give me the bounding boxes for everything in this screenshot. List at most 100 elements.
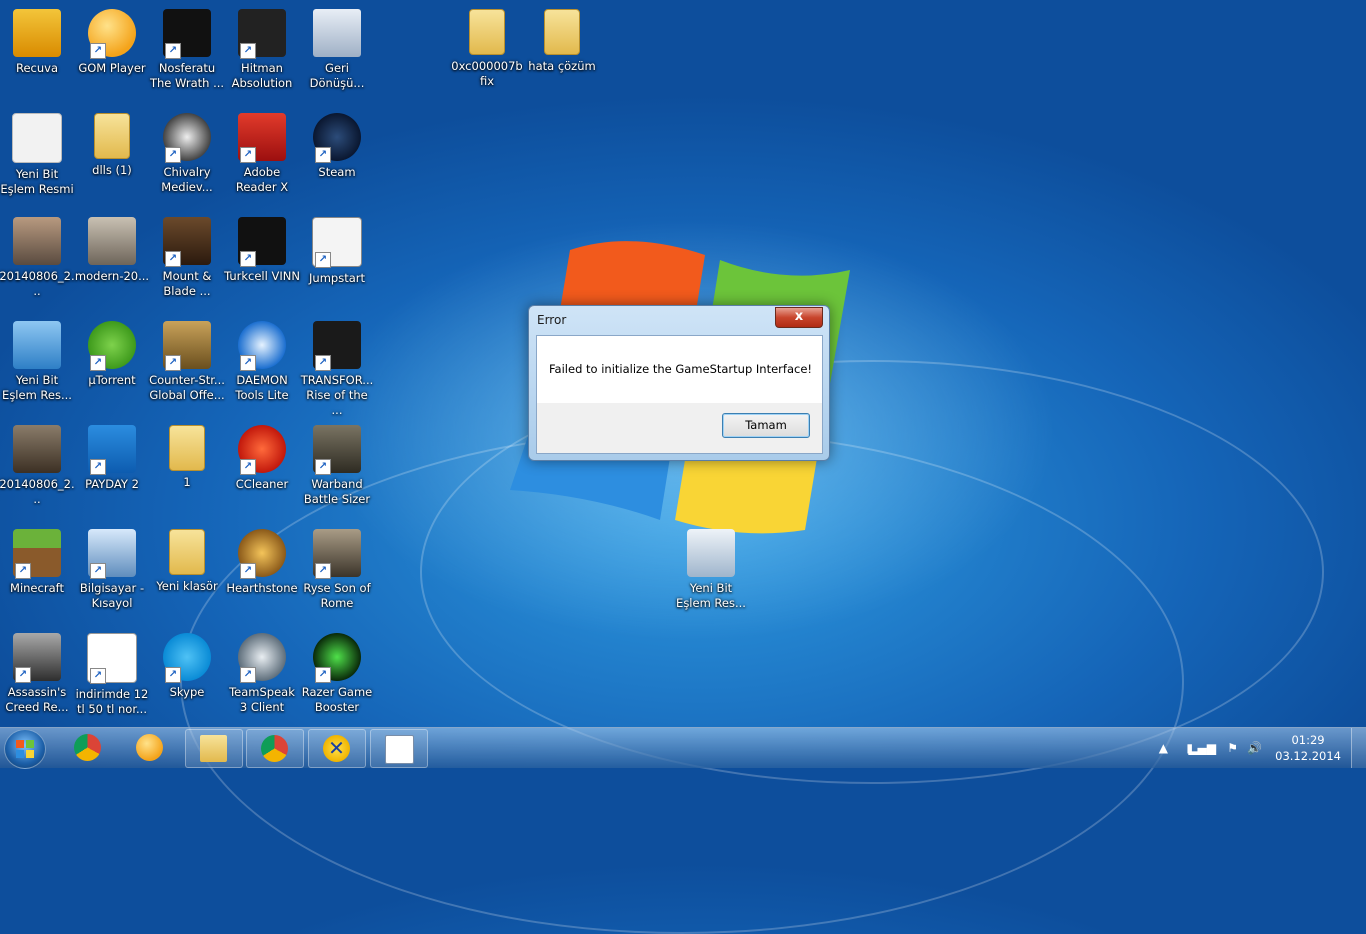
desktop-icon-label: 20140806_2... bbox=[0, 269, 75, 298]
desktop-icon-label: Yeni klasör bbox=[156, 579, 218, 593]
taskbar-gom-player[interactable] bbox=[122, 729, 178, 766]
start-button[interactable] bbox=[4, 729, 46, 769]
desktop-icon[interactable]: ↗ Warband Battle Sizer bbox=[299, 421, 375, 521]
volume-icon[interactable]: 🔊 bbox=[1247, 741, 1262, 755]
desktop-icon[interactable]: Yeni Bit Eşlem Resmi bbox=[0, 109, 75, 209]
shortcut-arrow-icon: ↗ bbox=[90, 43, 106, 59]
desktop-icon[interactable]: 20140806_2... bbox=[0, 213, 75, 313]
desktop-icon[interactable]: ↗ Counter-Str... Global Offe... bbox=[149, 317, 225, 417]
show-hidden-icons[interactable]: ▲ bbox=[1159, 741, 1168, 755]
desktop-icon[interactable]: ↗ Razer Game Booster bbox=[299, 629, 375, 729]
desktop-icon-label: Ryse Son of Rome bbox=[303, 581, 371, 610]
desktop-icon[interactable]: Yeni Bit Eşlem Res... bbox=[0, 317, 75, 417]
desktop-icon-label: 20140806_2... bbox=[0, 477, 75, 506]
desktop-icon[interactable]: ↗ indirimde 12 tl 50 tl nor... bbox=[74, 629, 150, 729]
desktop-icon-label: DAEMON Tools Lite bbox=[235, 373, 289, 402]
network-icon[interactable]: ▂▄▆ bbox=[1188, 741, 1216, 755]
desktop-icon[interactable]: ↗ TRANSFOR... Rise of the ... bbox=[299, 317, 375, 417]
shortcut-arrow-icon: ↗ bbox=[240, 251, 256, 267]
assassins-creed-icon: ↗ bbox=[13, 633, 61, 683]
desktop-icon[interactable]: ↗ DAEMON Tools Lite bbox=[224, 317, 300, 417]
desktop-icon-label: Geri Dönüşü... bbox=[309, 61, 365, 90]
desktop-icon-label: TeamSpeak 3 Client bbox=[229, 685, 295, 714]
desktop-icon-label: modern-20... bbox=[74, 269, 150, 283]
folder-icon bbox=[94, 113, 130, 159]
desktop-icon-label: Yeni Bit Eşlem Resmi bbox=[0, 167, 74, 196]
shortcut-arrow-icon: ↗ bbox=[240, 459, 256, 475]
desktop-icon[interactable]: Yeni Bit Eşlem Res... bbox=[673, 525, 749, 625]
desktop-icon-label: PAYDAY 2 bbox=[85, 477, 139, 491]
desktop-icon[interactable]: ↗ Minecraft bbox=[0, 525, 75, 625]
desktop-icon[interactable]: modern-20... bbox=[74, 213, 150, 313]
desktop-icon[interactable]: ↗ Bilgisayar - Kısayol bbox=[74, 525, 150, 625]
taskbar-chrome-active[interactable] bbox=[246, 729, 304, 768]
daemon-tools-icon: ↗ bbox=[238, 321, 286, 371]
dialog-client-area: Failed to initialize the GameStartup Int… bbox=[536, 335, 823, 454]
desktop-icon-label: Mount & Blade ... bbox=[162, 269, 212, 298]
desktop-icon[interactable]: ↗ Chivalry Mediev... bbox=[149, 109, 225, 209]
desktop-icon[interactable]: dlls (1) bbox=[74, 109, 150, 209]
desktop-icon[interactable]: ↗ Adobe Reader X bbox=[224, 109, 300, 209]
taskbar-app-x[interactable]: ✕ bbox=[308, 729, 366, 768]
desktop-icon[interactable]: Geri Dönüşü... bbox=[299, 5, 375, 105]
desktop-icon[interactable]: ↗ Assassin's Creed Re... bbox=[0, 629, 75, 729]
desktop-icon[interactable]: ↗ PAYDAY 2 bbox=[74, 421, 150, 521]
shortcut-arrow-icon: ↗ bbox=[315, 459, 331, 475]
desktop-icon-label: Recuva bbox=[15, 61, 58, 75]
desktop-icon[interactable]: ↗ Hitman Absolution bbox=[224, 5, 300, 105]
desktop-icon[interactable]: ↗ GOM Player bbox=[74, 5, 150, 105]
utorrent-icon: ↗ bbox=[88, 321, 136, 371]
desktop-icon[interactable]: ↗ Steam bbox=[299, 109, 375, 209]
desktop-icon[interactable]: ↗ TeamSpeak 3 Client bbox=[224, 629, 300, 729]
csgo-icon: ↗ bbox=[163, 321, 211, 371]
shortcut-arrow-icon: ↗ bbox=[15, 563, 31, 579]
shortcut-arrow-icon: ↗ bbox=[165, 667, 181, 683]
shortcut-arrow-icon: ↗ bbox=[90, 459, 106, 475]
desktop-icon[interactable]: hata çözüm bbox=[524, 5, 600, 105]
desktop-icon[interactable]: 0xc000007b fix bbox=[449, 5, 525, 105]
action-center-icon[interactable]: ⚑ bbox=[1227, 741, 1238, 755]
clock[interactable]: 01:29 03.12.2014 bbox=[1275, 732, 1341, 764]
taskbar-explorer[interactable] bbox=[185, 729, 243, 768]
desktop-icon[interactable]: ↗ Ryse Son of Rome bbox=[299, 525, 375, 625]
close-button[interactable]: x bbox=[775, 307, 823, 328]
taskbar-chrome[interactable] bbox=[60, 729, 116, 766]
desktop-icon[interactable]: ↗ Hearthstone bbox=[224, 525, 300, 625]
skype-icon: ↗ bbox=[163, 633, 211, 683]
desktop-icon[interactable]: ↗ Turkcell VINN bbox=[224, 213, 300, 313]
mount-blade-icon: ↗ bbox=[163, 217, 211, 267]
hitman-icon: ↗ bbox=[238, 9, 286, 59]
desktop-icon[interactable]: ↗ Nosferatu The Wrath ... bbox=[149, 5, 225, 105]
desktop-icon[interactable]: ↗ Skype bbox=[149, 629, 225, 729]
shortcut-arrow-icon: ↗ bbox=[90, 668, 106, 684]
photo-icon bbox=[13, 217, 61, 265]
shortcut-arrow-icon: ↗ bbox=[90, 355, 106, 371]
desktop-icon-label: Hearthstone bbox=[226, 581, 298, 595]
desktop-icon-label: Counter-Str... Global Offe... bbox=[149, 373, 225, 402]
taskbar-window[interactable] bbox=[370, 729, 428, 768]
warband-icon: ↗ bbox=[313, 425, 361, 475]
shortcut-arrow-icon: ↗ bbox=[240, 147, 256, 163]
dialog-footer: Tamam bbox=[537, 403, 822, 453]
desktop-icon[interactable]: 1 bbox=[149, 421, 225, 521]
desktop-icon-label: Bilgisayar - Kısayol bbox=[79, 581, 145, 610]
hearthstone-icon: ↗ bbox=[238, 529, 286, 579]
desktop-icon-label: Chivalry Mediev... bbox=[161, 165, 213, 194]
chivalry-icon: ↗ bbox=[163, 113, 211, 163]
show-desktop-button[interactable] bbox=[1351, 728, 1366, 768]
desktop-icon[interactable]: ↗ CCleaner bbox=[224, 421, 300, 521]
desktop-icon[interactable]: 20140806_2... bbox=[0, 421, 75, 521]
desktop-icon[interactable]: ↗ Mount & Blade ... bbox=[149, 213, 225, 313]
window-icon bbox=[385, 735, 414, 764]
desktop-icon[interactable]: ↗ µTorrent bbox=[74, 317, 150, 417]
shortcut-arrow-icon: ↗ bbox=[165, 251, 181, 267]
desktop-icon[interactable]: ↗ Jumpstart bbox=[299, 213, 375, 313]
desktop-icon-label: Nosferatu The Wrath ... bbox=[149, 61, 225, 90]
desktop-icon-label: dlls (1) bbox=[92, 163, 132, 177]
desktop-icon-label: 1 bbox=[183, 475, 191, 489]
explorer-icon bbox=[200, 735, 227, 762]
desktop-icon[interactable]: Yeni klasör bbox=[149, 525, 225, 625]
shortcut-arrow-icon: ↗ bbox=[240, 355, 256, 371]
desktop-icon[interactable]: Recuva bbox=[0, 5, 75, 105]
ok-button[interactable]: Tamam bbox=[722, 413, 810, 438]
